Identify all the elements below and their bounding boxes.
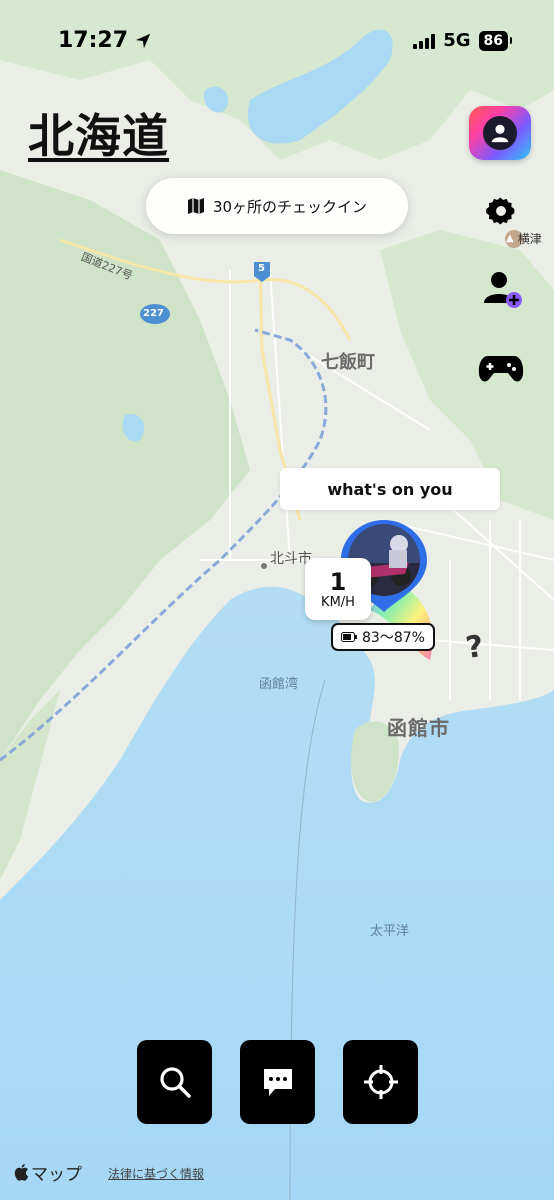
speed-unit: KM/H bbox=[321, 594, 355, 610]
gear-icon bbox=[486, 197, 515, 225]
status-indicators: 5G 86 bbox=[413, 30, 513, 51]
poi-label: 横津 bbox=[517, 232, 542, 246]
chat-button[interactable] bbox=[240, 1040, 315, 1124]
speed-indicator: 1 KM/H bbox=[305, 558, 371, 620]
map-label-city: 函館市 bbox=[387, 716, 450, 740]
location-arrow-icon bbox=[135, 33, 151, 48]
profile-button[interactable] bbox=[469, 106, 531, 160]
map-label-ocean: 太平洋 bbox=[370, 924, 410, 939]
search-button[interactable] bbox=[137, 1040, 212, 1124]
battery-range-badge: 83～87% bbox=[331, 623, 435, 651]
region-title: 北海道 bbox=[28, 109, 169, 163]
route-badge-227: 227 bbox=[143, 308, 164, 319]
battery-icon bbox=[341, 632, 357, 642]
speed-value: 1 bbox=[329, 567, 347, 596]
battery-icon: 86 bbox=[478, 30, 513, 51]
status-message-card[interactable]: what's on you bbox=[280, 468, 500, 510]
network-type: 5G bbox=[443, 30, 471, 51]
map-icon bbox=[187, 198, 204, 214]
apple-maps-attribution: マップ bbox=[14, 1160, 82, 1185]
game-button[interactable] bbox=[476, 344, 526, 394]
gamepad-icon bbox=[478, 356, 524, 382]
map-label-bay: 函館湾 bbox=[259, 677, 299, 692]
maps-label: マップ bbox=[31, 1165, 82, 1185]
add-user-icon bbox=[484, 272, 522, 308]
status-time: 17:27 bbox=[58, 28, 152, 53]
checkin-label: 30ヶ所のチェックイン bbox=[212, 197, 368, 216]
battery-range-text: 83～87% bbox=[362, 630, 425, 646]
map-poi-mountain[interactable]: ▲ 横津 bbox=[506, 230, 542, 247]
map-label-town: 七飯町 bbox=[321, 352, 375, 373]
locate-button[interactable] bbox=[343, 1040, 418, 1124]
cellular-signal-icon bbox=[413, 33, 436, 49]
profile-avatar bbox=[483, 116, 517, 150]
person-icon bbox=[491, 124, 509, 143]
search-icon bbox=[159, 1067, 191, 1098]
chat-bubble-icon bbox=[263, 1069, 292, 1096]
add-friend-button[interactable] bbox=[478, 264, 528, 314]
status-time-text: 17:27 bbox=[58, 28, 129, 53]
checkin-button[interactable]: 30ヶ所のチェックイン bbox=[146, 178, 408, 234]
mountain-icon: ▲ bbox=[506, 233, 514, 244]
settings-button[interactable] bbox=[476, 186, 526, 236]
route-badge-5: 5 bbox=[258, 263, 265, 274]
apple-logo-icon bbox=[14, 1164, 29, 1181]
legal-link[interactable]: 法律に基づく情報 bbox=[108, 1165, 204, 1182]
crosshair-icon bbox=[363, 1065, 398, 1099]
